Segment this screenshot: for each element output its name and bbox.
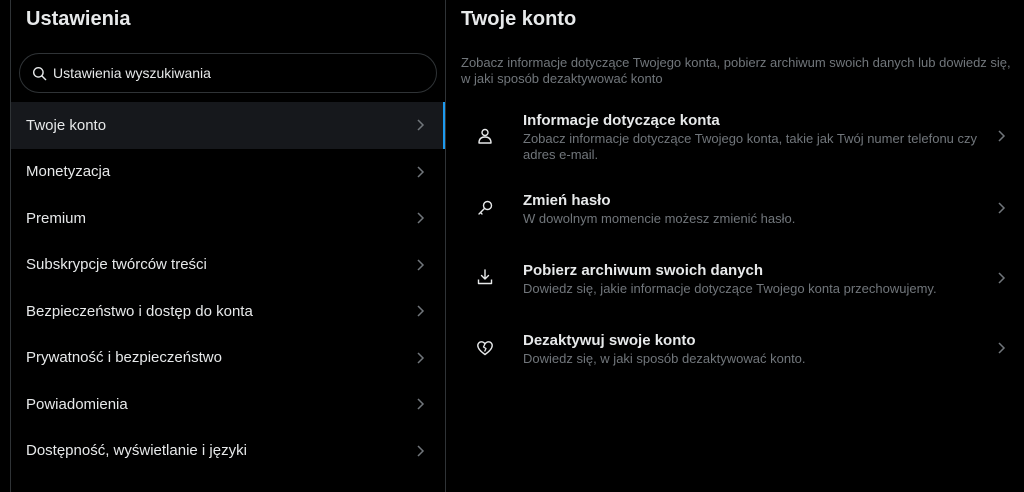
option-title: Pobierz archiwum swoich danych (523, 262, 764, 279)
download-icon (477, 269, 493, 285)
option-change-password[interactable]: Zmień hasło W dowolnym momencie możesz z… (446, 183, 1024, 253)
chevron-right-icon (417, 259, 425, 271)
option-subtitle: W dowolnym momencie możesz zmienić hasło… (523, 211, 796, 226)
chevron-right-icon (998, 202, 1006, 214)
chevron-right-icon (417, 352, 425, 364)
sidebar-item-label: Subskrypcje twórców treści (26, 256, 207, 274)
settings-search-input[interactable]: Ustawienia wyszukiwania (19, 53, 437, 93)
account-panel: Twoje konto Zobacz informacje dotyczące … (446, 0, 1024, 492)
option-title: Zmień hasło (523, 192, 611, 209)
sidebar-item-creator-subscriptions[interactable]: Subskrypcje twórców treści (11, 242, 445, 289)
option-download-archive[interactable]: Pobierz archiwum swoich danych Dowiedz s… (446, 253, 1024, 323)
chevron-right-icon (417, 305, 425, 317)
chevron-right-icon (417, 119, 425, 131)
sidebar-item-notifications[interactable]: Powiadomienia (11, 381, 445, 428)
option-account-information[interactable]: Informacje dotyczące konta Zobacz inform… (446, 105, 1024, 175)
sidebar-title: Ustawienia (26, 8, 131, 30)
sidebar-item-label: Twoje konto (26, 116, 107, 134)
person-icon (478, 128, 492, 144)
search-placeholder: Ustawienia wyszukiwania (53, 65, 211, 81)
chevron-right-icon (998, 272, 1006, 284)
sidebar-item-security-access[interactable]: Bezpieczeństwo i dostęp do konta (11, 288, 445, 335)
settings-menu: Twoje konto Monetyzacja Premium Subskryp… (11, 102, 445, 474)
option-subtitle: Zobacz informacje dotyczące Twojego kont… (523, 131, 978, 162)
page-title: Twoje konto (461, 8, 577, 30)
sidebar-item-label: Prywatność i bezpieczeństwo (26, 349, 222, 367)
option-subtitle: Dowiedz się, jakie informacje dotyczące … (523, 281, 937, 296)
search-icon (32, 66, 47, 80)
chevron-right-icon (417, 445, 425, 457)
chevron-right-icon (998, 342, 1006, 354)
option-subtitle: Dowiedz się, w jaki sposób dezaktywować … (523, 351, 806, 366)
settings-sidebar: Ustawienia Ustawienia wyszukiwania Twoje… (11, 0, 445, 492)
chevron-right-icon (417, 212, 425, 224)
key-icon (478, 200, 493, 215)
sidebar-item-label: Powiadomienia (26, 395, 128, 413)
option-deactivate-account[interactable]: Dezaktywuj swoje konto Dowiedz się, w ja… (446, 323, 1024, 393)
page-description: Zobacz informacje dotyczące Twojego kont… (461, 55, 1011, 86)
sidebar-item-label: Monetyzacja (26, 163, 111, 181)
sidebar-item-your-account[interactable]: Twoje konto (11, 102, 445, 149)
sidebar-item-premium[interactable]: Premium (11, 195, 445, 242)
sidebar-item-privacy-safety[interactable]: Prywatność i bezpieczeństwo (11, 335, 445, 382)
broken-heart-icon (477, 341, 493, 356)
chevron-right-icon (998, 130, 1006, 142)
sidebar-item-label: Premium (26, 209, 87, 227)
sidebar-item-label: Dostępność, wyświetlanie i języki (26, 442, 247, 460)
option-title: Informacje dotyczące konta (523, 112, 720, 129)
sidebar-item-monetization[interactable]: Monetyzacja (11, 149, 445, 196)
sidebar-item-accessibility[interactable]: Dostępność, wyświetlanie i języki (11, 428, 445, 475)
sidebar-item-label: Bezpieczeństwo i dostęp do konta (26, 302, 253, 320)
option-title: Dezaktywuj swoje konto (523, 332, 696, 349)
chevron-right-icon (417, 166, 425, 178)
chevron-right-icon (417, 398, 425, 410)
